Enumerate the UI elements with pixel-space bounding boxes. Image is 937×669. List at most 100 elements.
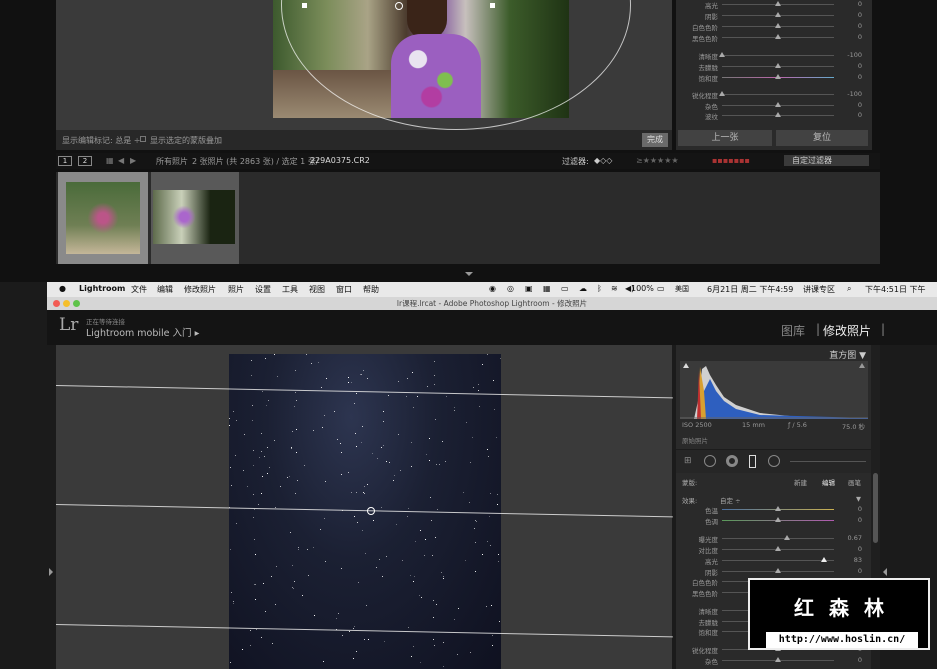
left-panel-toggle-arrow-icon[interactable] [49, 568, 53, 576]
graduated-filter-tool-icon[interactable] [749, 455, 756, 468]
slider-knob[interactable] [775, 657, 781, 662]
slider-value[interactable]: 0 [858, 62, 862, 70]
back-arrow-icon[interactable]: ◀ [118, 156, 124, 165]
slider-knob[interactable] [775, 23, 781, 28]
menu-item-develop[interactable]: 修改照片 [184, 284, 216, 295]
slider-blacks[interactable]: 黑色色阶 0 [676, 33, 872, 43]
forward-arrow-icon[interactable]: ▶ [130, 156, 136, 165]
custom-filter-dropdown[interactable]: 自定过滤器 [784, 155, 869, 166]
airplay-icon[interactable]: ▭ [561, 284, 569, 293]
slider-value[interactable]: 0 [858, 11, 862, 19]
original-photo-toggle[interactable]: 原始照片 [682, 435, 708, 445]
menu-item-lightroom[interactable]: Lightroom [79, 284, 125, 293]
effect-preset-dropdown[interactable]: 自定 ÷ [720, 495, 741, 505]
histogram-title[interactable]: 直方图 ▼ [829, 348, 866, 361]
menu-item-file[interactable]: 文件 [131, 284, 147, 295]
menu-item-window[interactable]: 窗口 [336, 284, 352, 295]
slider-value[interactable]: -100 [847, 90, 862, 98]
menu-item-view[interactable]: 视图 [309, 284, 325, 295]
slider-track[interactable] [722, 538, 834, 539]
slider-noise[interactable]: 杂色 0 [676, 656, 872, 666]
radial-resize-handle[interactable] [490, 3, 495, 8]
effect-collapse-icon[interactable]: ▼ [856, 495, 861, 503]
right-panel-toggle-arrow-icon[interactable] [883, 568, 887, 576]
slider-saturation[interactable]: 饱和度 0 [676, 73, 872, 83]
mask-edit-button[interactable]: 编辑 [822, 477, 835, 487]
menu-item-settings[interactable]: 设置 [255, 284, 271, 295]
bluetooth-icon[interactable]: ᛒ [597, 284, 602, 293]
filmstrip-thumbnail-selected[interactable] [58, 172, 148, 264]
slider-exposure[interactable]: 曝光度 0.67 [676, 534, 872, 544]
radial-filter-pin[interactable] [395, 2, 403, 10]
slider-temperature[interactable]: 色温 0 [676, 505, 872, 515]
filmstrip-thumbnail[interactable] [151, 172, 239, 264]
eye-icon[interactable]: ◎ [507, 284, 514, 293]
slider-moire[interactable]: 波纹 0 [676, 111, 872, 121]
slider-track[interactable] [722, 55, 834, 56]
battery-icon[interactable]: ▭ [657, 284, 665, 293]
slider-knob[interactable] [821, 557, 827, 562]
redeye-tool-icon[interactable] [726, 455, 738, 467]
star-rating-filter[interactable]: ≥★★★★★ [636, 156, 679, 165]
scrollbar-thumb[interactable] [873, 473, 878, 543]
slider-knob[interactable] [775, 74, 781, 79]
done-button[interactable]: 完成 [642, 133, 668, 147]
slider-value[interactable]: 0 [858, 516, 862, 524]
slider-contrast[interactable]: 对比度 0 [676, 545, 872, 555]
slider-tint[interactable]: 色调 0 [676, 516, 872, 526]
record-icon[interactable]: ◉ [489, 284, 496, 293]
screen-1-button[interactable]: 1 [58, 156, 72, 166]
grid-icon[interactable]: ▦ [543, 284, 551, 293]
slider-knob[interactable] [775, 12, 781, 17]
slider-knob[interactable] [775, 102, 781, 107]
slider-knob[interactable] [719, 52, 725, 57]
top-photo-workspace[interactable] [56, 0, 672, 130]
module-library-tab[interactable]: 图库 [781, 322, 805, 339]
grid-icon[interactable]: ▦ [106, 156, 114, 165]
menu-item-photo[interactable]: 照片 [228, 284, 244, 295]
slider-highlights[interactable]: 高光 0 [676, 0, 872, 10]
filmstrip-collapse-arrow-icon[interactable] [465, 272, 473, 276]
slider-value[interactable]: 0 [858, 101, 862, 109]
slider-knob[interactable] [775, 506, 781, 511]
input-locale[interactable]: 美国 [675, 284, 689, 294]
slider-highlights[interactable]: 高光 83 [676, 556, 872, 566]
lightroom-mobile-link[interactable]: Lightroom mobile 入门 ▸ [86, 325, 199, 339]
previous-button[interactable]: 上一张 [678, 130, 772, 146]
slider-value[interactable]: 0 [858, 656, 862, 664]
spotlight-search-icon[interactable]: ⌕ [847, 284, 851, 294]
mask-new-button[interactable]: 新建 [794, 477, 807, 487]
slider-track[interactable] [722, 560, 834, 561]
color-label-filter[interactable]: ▪▪▪▪▪▪▪ [712, 156, 750, 165]
slider-value[interactable]: 0 [858, 22, 862, 30]
develop-photo-workspace[interactable] [55, 345, 673, 669]
filename[interactable]: 229A0375.CR2 [310, 156, 370, 165]
slider-sharpness[interactable]: 锐化程度 -100 [676, 90, 872, 100]
slider-whites[interactable]: 白色色阶 0 [676, 22, 872, 32]
brush-tool-slider[interactable] [790, 461, 866, 462]
slider-knob[interactable] [775, 568, 781, 573]
radial-filter-tool-icon[interactable] [768, 455, 780, 467]
slider-dehaze[interactable]: 去朦胧 0 [676, 62, 872, 72]
mask-brush-button[interactable]: 画笔 [848, 477, 861, 487]
slider-knob[interactable] [775, 34, 781, 39]
slider-value[interactable]: 0 [858, 73, 862, 81]
slider-value[interactable]: -100 [847, 51, 862, 59]
slider-shadows[interactable]: 阴影 0 [676, 567, 872, 577]
slider-value[interactable]: 0 [858, 33, 862, 41]
histogram[interactable] [680, 361, 868, 419]
slider-knob[interactable] [775, 546, 781, 551]
slider-value[interactable]: 0 [858, 111, 862, 119]
flag-filter-icon[interactable]: ◆◇◇ [594, 156, 612, 165]
slider-knob[interactable] [775, 1, 781, 6]
cloud-icon[interactable]: ☁ [579, 284, 587, 293]
apple-menu-icon[interactable]: ● [59, 284, 66, 293]
radial-resize-handle[interactable] [302, 3, 307, 8]
slider-clarity[interactable]: 清晰度 -100 [676, 51, 872, 61]
slider-value[interactable]: 0 [858, 567, 862, 575]
spot-removal-tool-icon[interactable] [704, 455, 716, 467]
menu-item-tools[interactable]: 工具 [282, 284, 298, 295]
slider-value[interactable]: 0 [858, 0, 862, 8]
highlight-clip-indicator-icon[interactable] [859, 363, 865, 368]
mask-overlay-checkbox[interactable] [140, 136, 146, 142]
